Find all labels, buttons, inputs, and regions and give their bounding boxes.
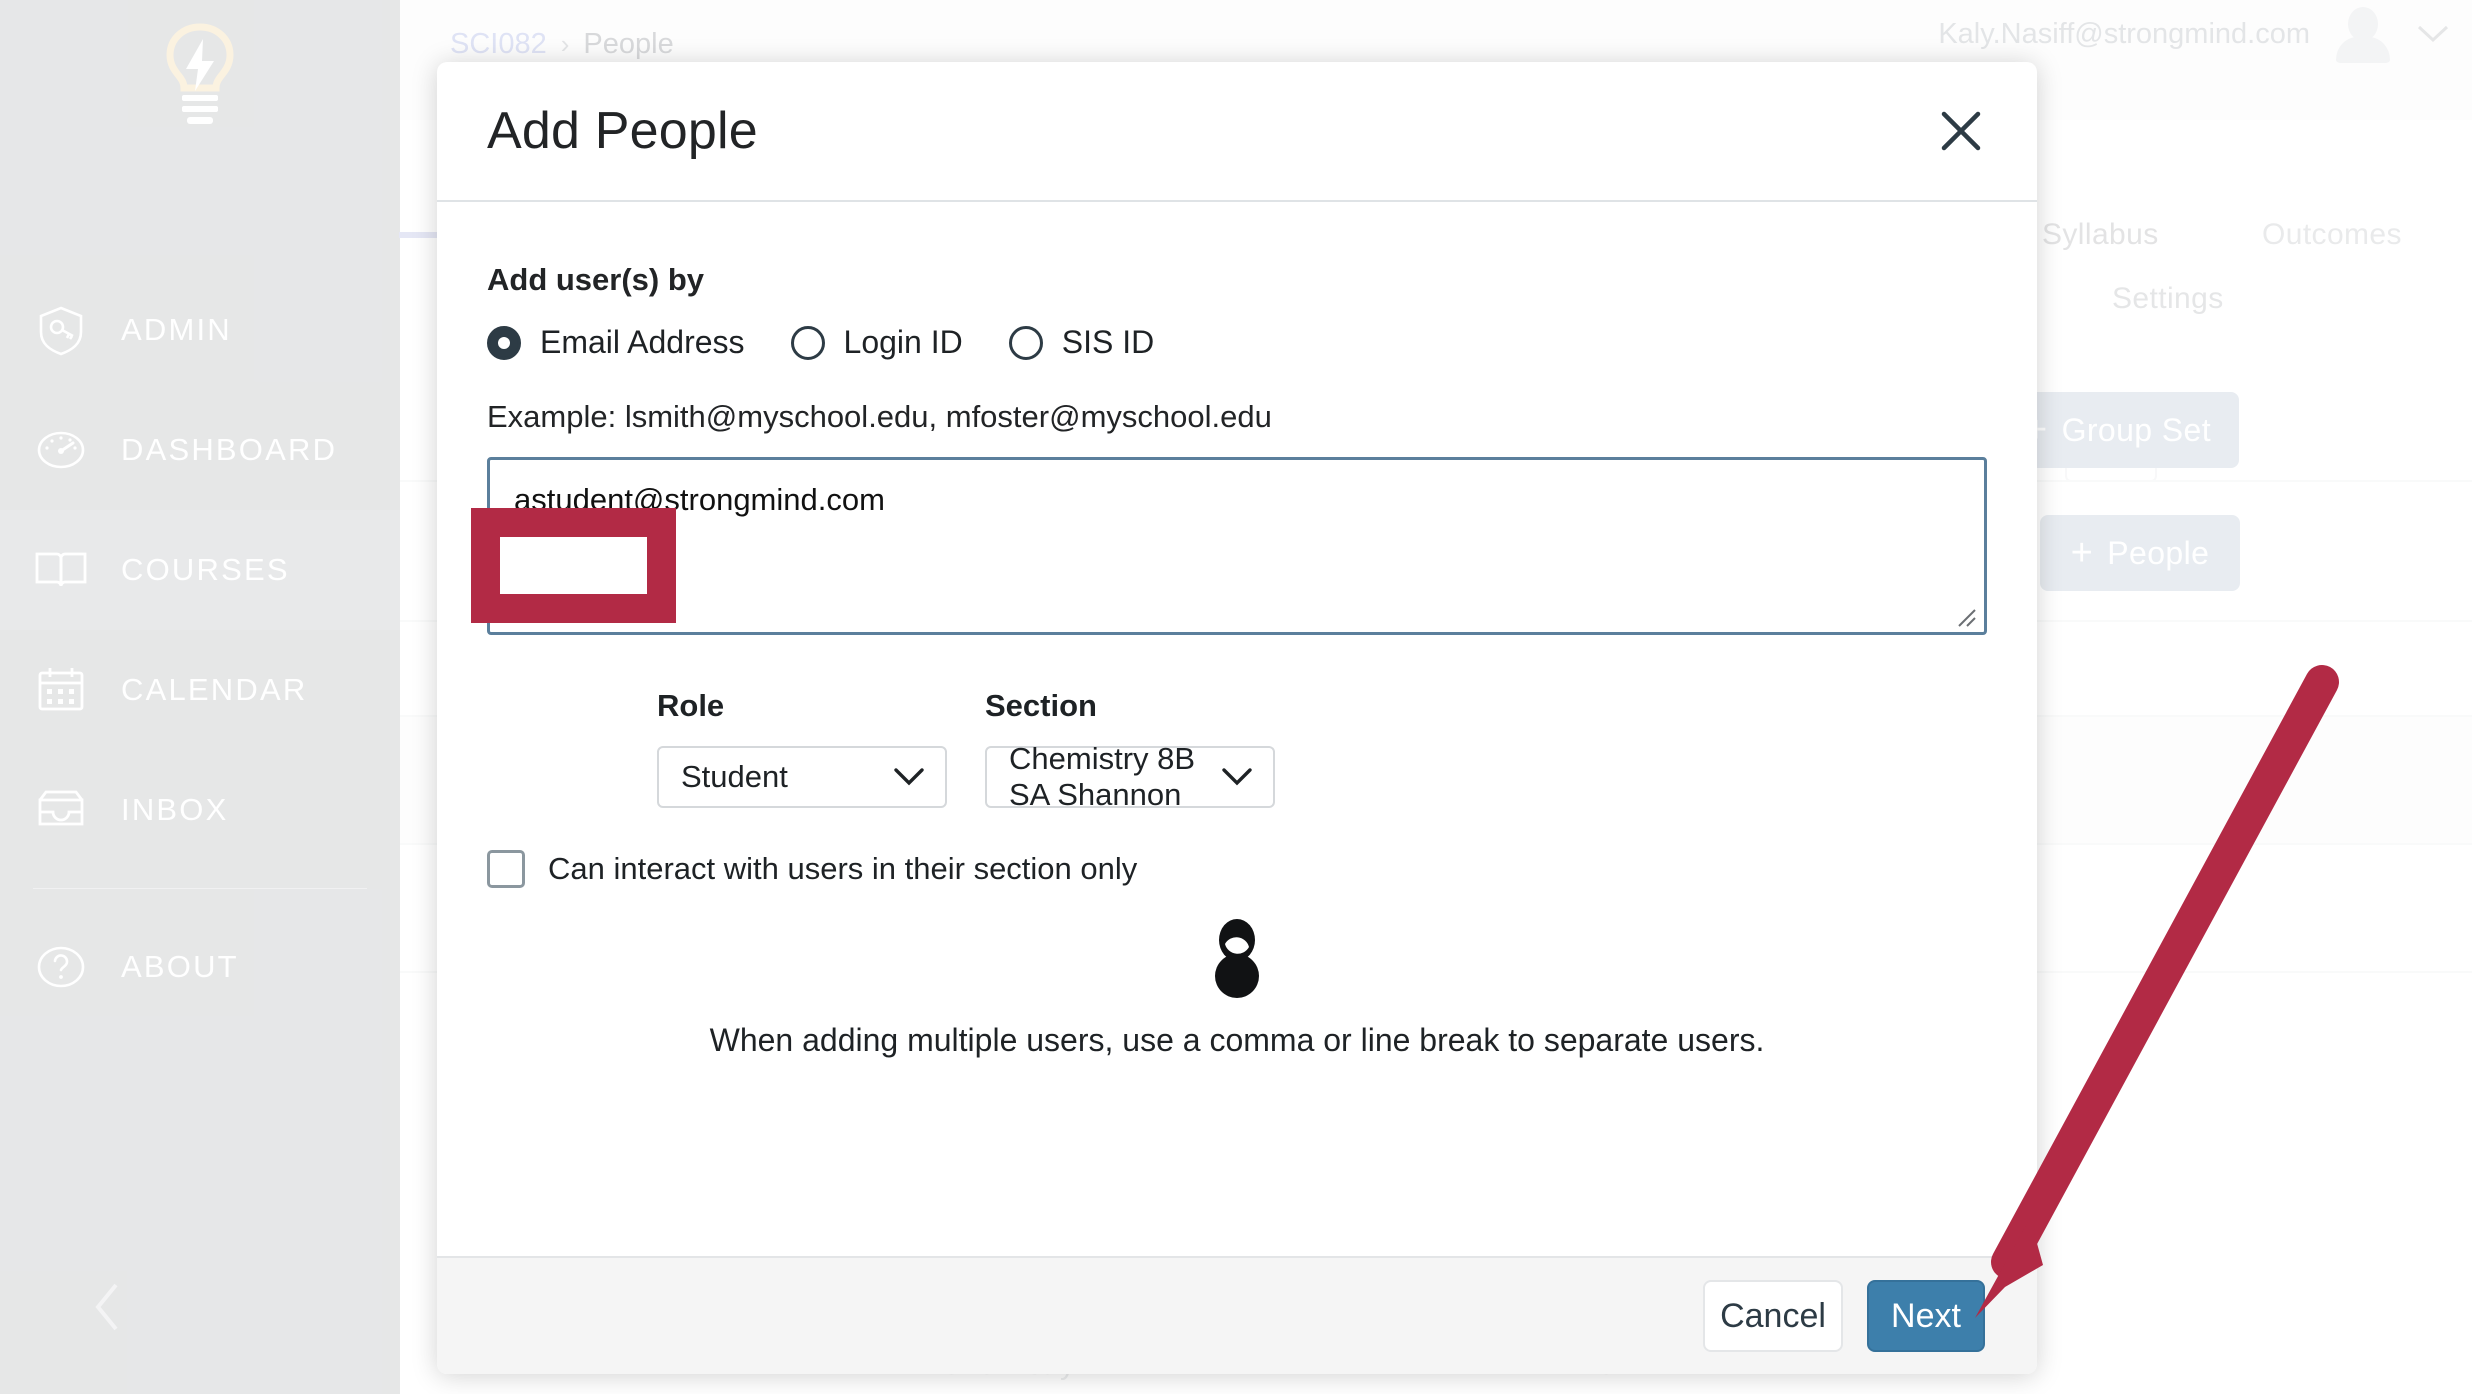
radio-label: SIS ID xyxy=(1061,324,1155,360)
hint-text: When adding multiple users, use a comma … xyxy=(709,1022,1765,1058)
dialog-header: Add People xyxy=(437,62,2037,202)
radio-indicator xyxy=(1008,325,1043,360)
section-only-label: Can interact with users in their section… xyxy=(548,851,1138,886)
dialog-footer: Cancel Next xyxy=(437,1256,2037,1374)
role-field: Role Student xyxy=(657,688,947,808)
users-textarea-wrapper xyxy=(487,457,1987,640)
role-value: Student xyxy=(681,759,788,794)
role-section-row: Role Student Section Chemistry 8B SA Sha… xyxy=(487,688,1987,812)
person-icon xyxy=(1194,914,1280,1000)
dialog-body: Add user(s) by Email Address Login ID SI… xyxy=(437,202,2037,1256)
radio-email-address[interactable]: Email Address xyxy=(487,324,745,361)
section-only-checkbox[interactable] xyxy=(487,850,525,888)
radio-login-id[interactable]: Login ID xyxy=(790,324,963,361)
close-icon[interactable] xyxy=(1933,103,1989,159)
add-by-label: Add user(s) by xyxy=(487,262,705,297)
section-value: Chemistry 8B SA Shannon xyxy=(1009,741,1196,812)
cancel-button[interactable]: Cancel xyxy=(1703,1280,1843,1352)
screen: ADMIN DASHBOARD COURSES xyxy=(0,0,2472,1394)
section-only-row: Can interact with users in their section… xyxy=(487,850,1987,888)
radio-indicator xyxy=(790,325,825,360)
radio-label: Email Address xyxy=(540,324,745,360)
role-select[interactable]: Student xyxy=(657,746,947,808)
section-field: Section Chemistry 8B SA Shannon xyxy=(985,688,1275,812)
radio-label: Login ID xyxy=(843,324,963,360)
radio-sis-id[interactable]: SIS ID xyxy=(1008,324,1155,361)
add-people-dialog: Add People Add user(s) by Email Address … xyxy=(437,62,2037,1374)
users-textarea[interactable] xyxy=(487,457,1987,635)
add-by-radio-group: Email Address Login ID SIS ID xyxy=(487,324,1987,361)
next-button[interactable]: Next xyxy=(1867,1280,1985,1352)
radio-indicator xyxy=(487,325,521,360)
section-select[interactable]: Chemistry 8B SA Shannon xyxy=(985,741,1275,812)
chevron-down-icon xyxy=(1221,759,1253,795)
chevron-down-icon xyxy=(893,759,925,795)
example-text: Example: lsmith@myschool.edu, mfoster@my… xyxy=(487,399,1272,434)
section-label: Section xyxy=(985,688,1097,723)
role-label: Role xyxy=(657,688,725,723)
dialog-title: Add People xyxy=(487,102,758,160)
hint-block: When adding multiple users, use a comma … xyxy=(487,914,1987,1059)
